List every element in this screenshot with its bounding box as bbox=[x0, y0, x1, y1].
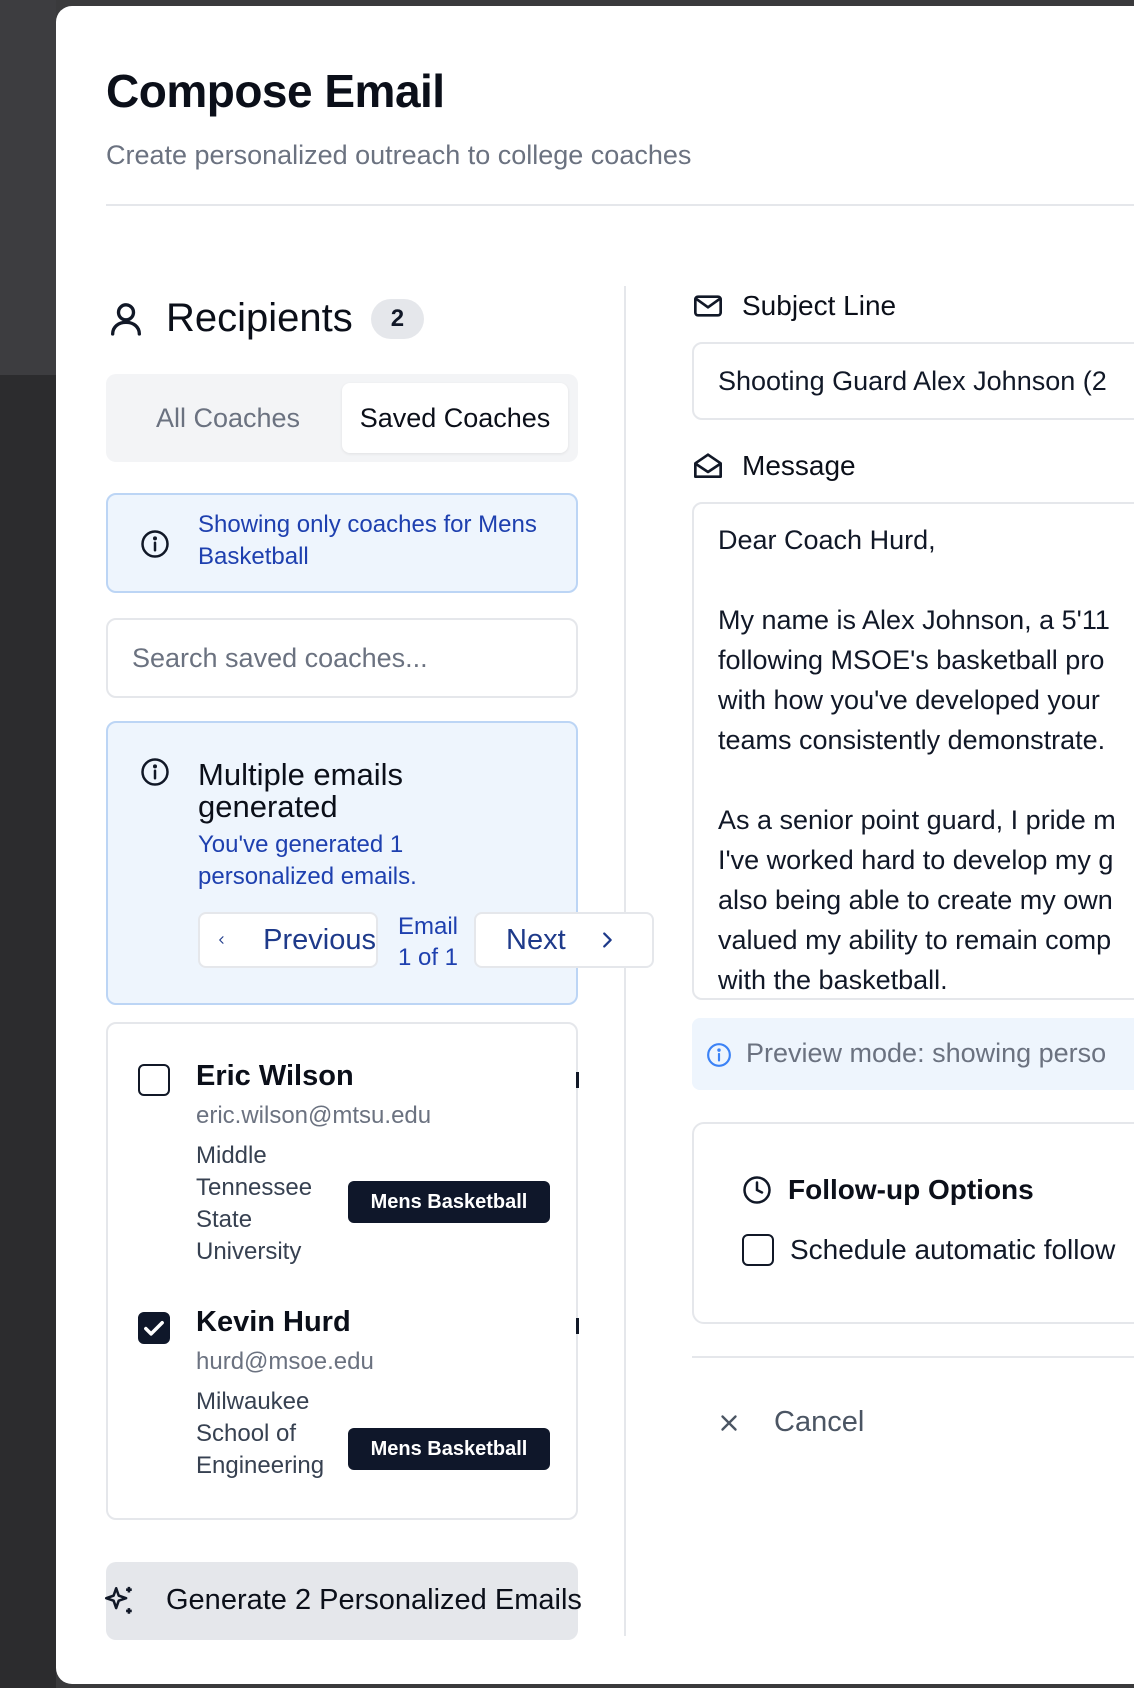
header-divider bbox=[106, 204, 1134, 206]
subject-line-text: Subject Line bbox=[742, 290, 897, 321]
compose-email-dialog: Compose Email Create personalized outrea… bbox=[56, 6, 1134, 1684]
cancel-label: Cancel bbox=[774, 1406, 865, 1438]
message-label: Message bbox=[692, 450, 856, 482]
recipients-header: Recipients 2 bbox=[106, 296, 425, 341]
schedule-followup-option[interactable]: Schedule automatic follow bbox=[742, 1234, 1115, 1266]
message-textarea[interactable]: Dear Coach Hurd, My name is Alex Johnson… bbox=[692, 502, 1134, 1000]
tab-all-coaches[interactable]: All Coaches bbox=[114, 383, 342, 453]
info-icon bbox=[141, 530, 169, 558]
recipients-count-badge: 2 bbox=[370, 298, 425, 339]
backdrop-band bbox=[0, 0, 56, 375]
mail-icon bbox=[694, 295, 722, 317]
coach-email: eric.wilson@mtsu.edu bbox=[196, 1102, 432, 1129]
followup-heading-text: Follow-up Options bbox=[788, 1174, 1034, 1205]
recipient-tabs: All Coaches Saved Coaches bbox=[106, 374, 578, 462]
dialog-subtitle: Create personalized outreach to college … bbox=[106, 140, 692, 170]
page-backdrop bbox=[0, 0, 56, 1688]
footer-divider bbox=[692, 1356, 1134, 1358]
sport-badge: Mens Basketball bbox=[348, 1181, 550, 1223]
schedule-followup-label: Schedule automatic follow bbox=[790, 1234, 1116, 1265]
next-label: Next bbox=[506, 923, 566, 956]
subject-line-label: Subject Line bbox=[692, 290, 896, 322]
clock-icon bbox=[743, 1176, 771, 1204]
next-email-button[interactable]: Next bbox=[474, 912, 654, 968]
generate-emails-button[interactable]: Generate 2 Personalized Emails bbox=[104, 1562, 582, 1640]
multiple-emails-notice: Multiple emails generated You've generat… bbox=[106, 721, 654, 1005]
coach-name: Kevin Hurd bbox=[196, 1306, 351, 1338]
filter-notice: Showing only coaches for Mens Basketball bbox=[106, 493, 578, 593]
dialog-title: Compose Email bbox=[106, 65, 445, 117]
subject-value: Shooting Guard Alex Johnson (2 bbox=[718, 365, 1107, 396]
previous-label: Previous bbox=[263, 923, 376, 956]
schedule-followup-checkbox[interactable] bbox=[742, 1234, 774, 1266]
message-body: Dear Coach Hurd, My name is Alex Johnson… bbox=[718, 525, 1116, 995]
recipients-label: Recipients bbox=[166, 296, 353, 340]
multiple-emails-heading: Multiple emails generated bbox=[198, 757, 404, 824]
close-icon bbox=[721, 1414, 737, 1431]
filter-notice-text: Showing only coaches for Mens Basketball bbox=[198, 511, 537, 570]
previous-email-button[interactable]: Previous bbox=[198, 912, 378, 968]
info-icon bbox=[707, 1043, 731, 1067]
coach-school: Milwaukee School of Engineering bbox=[196, 1388, 325, 1479]
generate-emails-label: Generate 2 Personalized Emails bbox=[166, 1584, 582, 1616]
email-pager: Email 1 of 1 bbox=[397, 913, 459, 971]
coach-email: hurd@msoe.edu bbox=[196, 1348, 374, 1375]
info-icon bbox=[141, 758, 169, 786]
coach-checkbox[interactable] bbox=[138, 1064, 170, 1096]
coach-school: Middle Tennessee State University bbox=[196, 1142, 313, 1265]
coach-list: Eric Wilson eric.wilson@mtsu.edu Middle … bbox=[106, 1022, 579, 1520]
chevron-left-icon bbox=[219, 936, 224, 944]
message-label-text: Message bbox=[742, 450, 856, 481]
sparkles-icon bbox=[104, 1586, 132, 1614]
row-marker bbox=[576, 1318, 579, 1334]
followup-heading: Follow-up Options bbox=[742, 1174, 1034, 1206]
preview-notice-text: Preview mode: showing perso bbox=[746, 1038, 1107, 1068]
sport-badge: Mens Basketball bbox=[348, 1428, 550, 1470]
coach-checkbox[interactable] bbox=[138, 1312, 170, 1344]
search-saved-coaches-input[interactable] bbox=[106, 618, 578, 698]
coach-name: Eric Wilson bbox=[196, 1060, 354, 1092]
chevron-right-icon bbox=[602, 932, 612, 948]
mail-open-icon bbox=[694, 453, 722, 478]
followup-options-panel: Follow-up Options Schedule automatic fol… bbox=[692, 1122, 1134, 1324]
tab-saved-coaches[interactable]: Saved Coaches bbox=[342, 383, 568, 453]
preview-notice: Preview mode: showing perso bbox=[692, 1018, 1134, 1090]
check-icon bbox=[144, 1321, 164, 1336]
multiple-emails-description: You've generated 1 personalized emails. bbox=[198, 831, 417, 890]
cancel-button[interactable]: Cancel bbox=[716, 1406, 864, 1439]
subject-input[interactable]: Shooting Guard Alex Johnson (2 bbox=[692, 342, 1134, 420]
user-icon bbox=[111, 302, 141, 336]
row-marker bbox=[576, 1072, 579, 1088]
